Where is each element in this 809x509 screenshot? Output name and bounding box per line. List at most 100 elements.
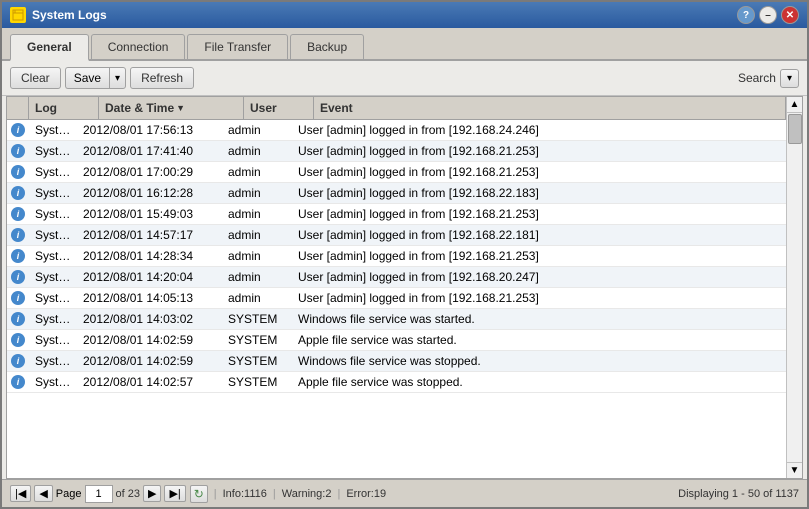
row-user: SYSTEM bbox=[222, 330, 292, 350]
row-icon: i bbox=[7, 120, 29, 140]
row-user: admin bbox=[222, 267, 292, 287]
row-user: SYSTEM bbox=[222, 309, 292, 329]
row-log: System bbox=[29, 330, 77, 350]
info-icon: i bbox=[11, 270, 25, 284]
sort-arrow-icon: ▼ bbox=[176, 103, 185, 113]
window-title: System Logs bbox=[32, 8, 107, 22]
title-buttons: ? – ✕ bbox=[737, 6, 799, 24]
row-date: 2012/08/01 14:57:17 bbox=[77, 225, 222, 245]
table-row[interactable]: i System 2012/08/01 14:20:04 admin User … bbox=[7, 267, 786, 288]
table-row[interactable]: i System 2012/08/01 17:00:29 admin User … bbox=[7, 162, 786, 183]
row-icon: i bbox=[7, 225, 29, 245]
table-row[interactable]: i System 2012/08/01 14:28:34 admin User … bbox=[7, 246, 786, 267]
row-log: System bbox=[29, 204, 77, 224]
table-header: Log Date & Time ▼ User Event bbox=[7, 97, 786, 120]
sep1: | bbox=[214, 488, 217, 500]
title-bar: System Logs ? – ✕ bbox=[2, 2, 807, 28]
info-icon: i bbox=[11, 249, 25, 263]
help-button[interactable]: ? bbox=[737, 6, 755, 24]
table-row[interactable]: i System 2012/08/01 14:03:02 SYSTEM Wind… bbox=[7, 309, 786, 330]
tab-connection[interactable]: Connection bbox=[91, 34, 186, 59]
save-dropdown-button[interactable]: ▾ bbox=[109, 67, 126, 89]
row-date: 2012/08/01 14:05:13 bbox=[77, 288, 222, 308]
clear-button[interactable]: Clear bbox=[10, 67, 61, 89]
info-icon: i bbox=[11, 207, 25, 221]
displaying-text: Displaying 1 - 50 of 1137 bbox=[678, 488, 799, 500]
scroll-down-button[interactable]: ▼ bbox=[787, 462, 802, 478]
table-row[interactable]: i System 2012/08/01 14:02:59 SYSTEM Wind… bbox=[7, 351, 786, 372]
sep3: | bbox=[337, 488, 340, 500]
row-icon: i bbox=[7, 246, 29, 266]
refresh-button[interactable]: Refresh bbox=[130, 67, 194, 89]
page-total: of 23 bbox=[116, 488, 140, 500]
scrollbar[interactable]: ▲ ▼ bbox=[786, 97, 802, 478]
row-date: 2012/08/01 14:02:57 bbox=[77, 372, 222, 392]
row-icon: i bbox=[7, 288, 29, 308]
tab-bar: General Connection File Transfer Backup bbox=[2, 28, 807, 61]
row-user: admin bbox=[222, 288, 292, 308]
info-icon: i bbox=[11, 333, 25, 347]
minimize-button[interactable]: – bbox=[759, 6, 777, 24]
row-date: 2012/08/01 16:12:28 bbox=[77, 183, 222, 203]
main-window: System Logs ? – ✕ General Connection Fil… bbox=[0, 0, 809, 509]
page-input[interactable] bbox=[85, 485, 113, 503]
row-date: 2012/08/01 17:41:40 bbox=[77, 141, 222, 161]
table-row[interactable]: i System 2012/08/01 14:02:57 SYSTEM Appl… bbox=[7, 372, 786, 393]
th-date[interactable]: Date & Time ▼ bbox=[99, 97, 244, 119]
row-user: admin bbox=[222, 120, 292, 140]
search-dropdown-button[interactable]: ▾ bbox=[780, 69, 799, 88]
row-icon: i bbox=[7, 330, 29, 350]
row-user: admin bbox=[222, 225, 292, 245]
row-user: SYSTEM bbox=[222, 372, 292, 392]
row-log: System bbox=[29, 225, 77, 245]
row-icon: i bbox=[7, 183, 29, 203]
info-icon: i bbox=[11, 291, 25, 305]
row-date: 2012/08/01 17:00:29 bbox=[77, 162, 222, 182]
row-event: User [admin] logged in from [192.168.22.… bbox=[292, 183, 786, 203]
scroll-thumb[interactable] bbox=[788, 114, 802, 144]
table-row[interactable]: i System 2012/08/01 14:02:59 SYSTEM Appl… bbox=[7, 330, 786, 351]
row-log: System bbox=[29, 288, 77, 308]
log-table: Log Date & Time ▼ User Event bbox=[6, 96, 803, 479]
table-row[interactable]: i System 2012/08/01 16:12:28 admin User … bbox=[7, 183, 786, 204]
last-page-button[interactable]: ▶| bbox=[164, 485, 185, 502]
tab-general[interactable]: General bbox=[10, 34, 89, 61]
row-icon: i bbox=[7, 309, 29, 329]
status-refresh-button[interactable]: ↻ bbox=[190, 485, 208, 503]
row-user: admin bbox=[222, 141, 292, 161]
first-page-button[interactable]: |◀ bbox=[10, 485, 31, 502]
table-row[interactable]: i System 2012/08/01 14:05:13 admin User … bbox=[7, 288, 786, 309]
info-icon: i bbox=[11, 312, 25, 326]
row-date: 2012/08/01 17:56:13 bbox=[77, 120, 222, 140]
th-user: User bbox=[244, 97, 314, 119]
table-row[interactable]: i System 2012/08/01 17:56:13 admin User … bbox=[7, 120, 786, 141]
tab-backup[interactable]: Backup bbox=[290, 34, 364, 59]
table-row[interactable]: i System 2012/08/01 17:41:40 admin User … bbox=[7, 141, 786, 162]
row-log: System bbox=[29, 141, 77, 161]
status-bar: |◀ ◀ Page of 23 ▶ ▶| ↻ | Info:1116 | War… bbox=[2, 479, 807, 507]
row-icon: i bbox=[7, 162, 29, 182]
table-row[interactable]: i System 2012/08/01 14:57:17 admin User … bbox=[7, 225, 786, 246]
row-icon: i bbox=[7, 141, 29, 161]
scroll-up-button[interactable]: ▲ bbox=[787, 97, 802, 113]
row-date: 2012/08/01 15:49:03 bbox=[77, 204, 222, 224]
row-user: admin bbox=[222, 246, 292, 266]
save-button[interactable]: Save bbox=[65, 67, 109, 89]
row-user: admin bbox=[222, 162, 292, 182]
info-icon: i bbox=[11, 144, 25, 158]
table-row[interactable]: i System 2012/08/01 15:49:03 admin User … bbox=[7, 204, 786, 225]
next-page-button[interactable]: ▶ bbox=[143, 485, 161, 502]
info-icon: i bbox=[11, 375, 25, 389]
row-event: Windows file service was stopped. bbox=[292, 351, 786, 371]
close-button[interactable]: ✕ bbox=[781, 6, 799, 24]
info-icon: i bbox=[11, 354, 25, 368]
tab-file-transfer[interactable]: File Transfer bbox=[187, 34, 288, 59]
row-log: System bbox=[29, 246, 77, 266]
prev-page-button[interactable]: ◀ bbox=[34, 485, 52, 502]
row-log: System bbox=[29, 162, 77, 182]
page-label: Page bbox=[56, 488, 82, 500]
row-event: User [admin] logged in from [192.168.22.… bbox=[292, 225, 786, 245]
row-event: Apple file service was stopped. bbox=[292, 372, 786, 392]
row-user: admin bbox=[222, 183, 292, 203]
info-icon: i bbox=[11, 165, 25, 179]
